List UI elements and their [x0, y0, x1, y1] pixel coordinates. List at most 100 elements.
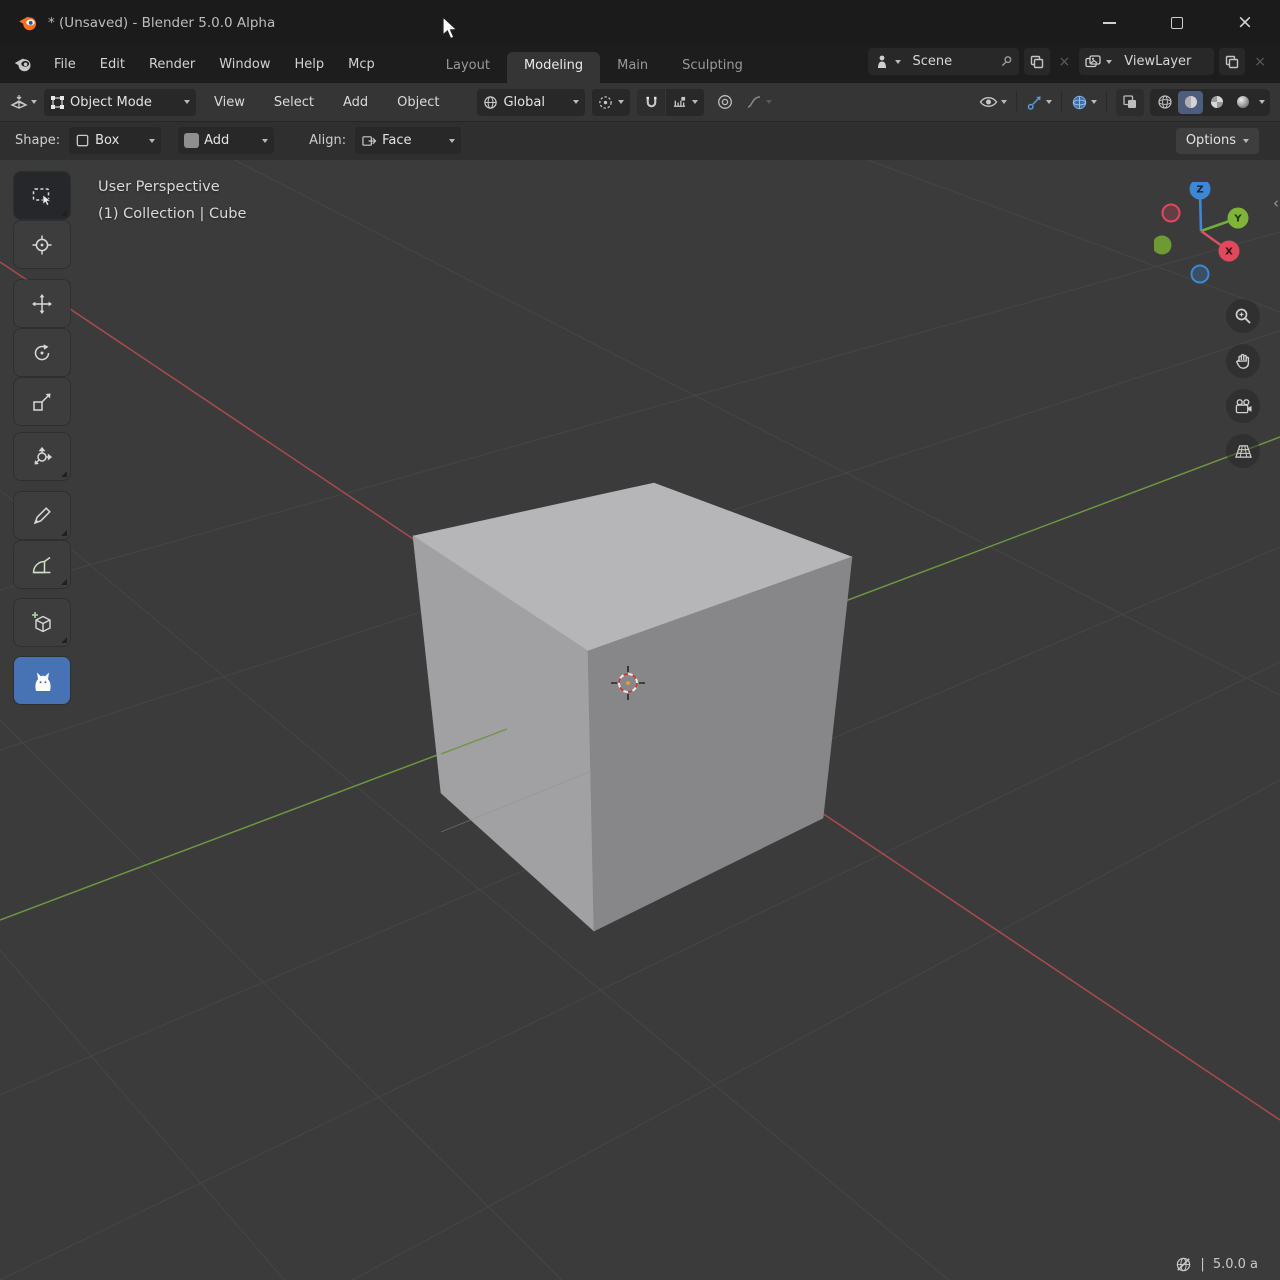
gizmo-y-label: Y: [1233, 214, 1242, 225]
menu-mcp[interactable]: Mcp: [336, 45, 387, 83]
wireframe-shading-icon: [1157, 95, 1172, 109]
menu-render[interactable]: Render: [137, 45, 207, 83]
viewport-canvas[interactable]: [0, 160, 1280, 1280]
object-origin-dot: [626, 681, 630, 685]
navigation-gizmo[interactable]: Z Y X: [1154, 182, 1250, 284]
gizmo-x-label: X: [1225, 247, 1233, 258]
rotate-icon: [34, 343, 50, 360]
menu-object[interactable]: Object: [386, 95, 450, 110]
snapping-controls: [637, 88, 705, 116]
add-mode-swatch-icon: [184, 133, 200, 148]
tool-rotate[interactable]: [14, 329, 70, 376]
tab-modeling[interactable]: Modeling: [506, 52, 601, 83]
chevron-down-icon: [573, 100, 580, 104]
proportional-editing-icon: [718, 95, 733, 109]
tool-annotate[interactable]: [14, 492, 70, 539]
blender-menu-icon[interactable]: [14, 57, 32, 72]
tab-layout[interactable]: Layout: [429, 52, 507, 83]
gizmo-neg-y-ball[interactable]: [1154, 235, 1172, 255]
tool-move[interactable]: [14, 280, 70, 327]
tool-add-cube[interactable]: [14, 599, 70, 646]
tool-scale[interactable]: [14, 378, 70, 425]
proportional-falloff-dropdown[interactable]: [746, 95, 773, 109]
tool-measure[interactable]: [14, 541, 70, 588]
overlays-dropdown[interactable]: [1071, 94, 1097, 111]
pin-icon[interactable]: [1000, 55, 1013, 68]
cat-icon: [35, 672, 51, 691]
tool-cursor[interactable]: [14, 221, 70, 268]
tool-transform[interactable]: [14, 433, 70, 480]
align-dropdown[interactable]: Face: [355, 127, 462, 154]
transform-orientation-dropdown[interactable]: Global: [477, 88, 586, 116]
xray-toggle-button[interactable]: [1116, 88, 1144, 116]
chevron-down-icon: [262, 138, 269, 143]
menu-select[interactable]: Select: [263, 95, 325, 110]
title-bar: * (Unsaved) - Blender 5.0.0 Alpha ×: [0, 0, 1280, 45]
mode-add-dropdown[interactable]: Add: [178, 127, 275, 154]
menu-view[interactable]: View: [203, 95, 256, 110]
snap-toggle-button[interactable]: [637, 88, 666, 116]
snap-settings-dropdown[interactable]: [666, 88, 705, 116]
chevron-down-icon: [1091, 100, 1097, 104]
ortho-perspective-button[interactable]: [1226, 434, 1260, 468]
gizmo-icon: [1027, 95, 1041, 110]
tab-sculpting[interactable]: Sculpting: [665, 52, 760, 83]
scene-browse-dropdown[interactable]: [867, 48, 907, 75]
move-icon: [32, 293, 52, 314]
separator: [1106, 91, 1107, 113]
chevron-down-icon: [692, 100, 699, 104]
pan-button[interactable]: [1226, 344, 1260, 378]
viewport-display-controls: [979, 88, 1270, 116]
network-offline-icon: [1177, 1257, 1191, 1272]
close-button[interactable]: ×: [1222, 0, 1268, 45]
gizmo-neg-z-ball[interactable]: [1190, 264, 1210, 284]
shading-solid-button[interactable]: [1178, 90, 1203, 114]
select-box-icon: [32, 187, 52, 206]
tab-main[interactable]: Main: [600, 52, 665, 83]
tool-select-box[interactable]: [14, 172, 70, 219]
duplicate-icon: [1226, 55, 1239, 68]
zoom-button[interactable]: [1226, 299, 1260, 333]
viewport-3d[interactable]: User Perspective (1) Collection | Cube Z…: [0, 160, 1280, 1280]
sidebar-collapse-arrow[interactable]: ‹: [1273, 194, 1279, 212]
gizmos-dropdown[interactable]: [1026, 94, 1052, 111]
chevron-down-icon: [149, 138, 156, 143]
blender-logo-icon: [18, 15, 38, 31]
shading-rendered-button[interactable]: [1230, 91, 1255, 114]
align-value: Face: [382, 133, 412, 148]
visibility-dropdown[interactable]: [979, 95, 1007, 109]
new-scene-button[interactable]: [1023, 48, 1050, 75]
annotate-pen-icon: [33, 506, 51, 524]
menu-help[interactable]: Help: [283, 45, 337, 83]
maximize-button[interactable]: [1154, 0, 1200, 45]
shading-wireframe-button[interactable]: [1152, 91, 1177, 114]
mode-dropdown[interactable]: Object Mode: [44, 88, 196, 116]
editor-type-icon: [10, 95, 28, 109]
shading-material-button[interactable]: [1204, 91, 1229, 114]
shape-dropdown[interactable]: Box: [69, 127, 162, 154]
minimize-button[interactable]: [1086, 0, 1132, 45]
menu-edit[interactable]: Edit: [88, 45, 137, 83]
menu-file[interactable]: File: [42, 45, 88, 83]
separator: [1061, 91, 1062, 113]
menu-window[interactable]: Window: [207, 45, 282, 83]
editor-type-selector[interactable]: [10, 93, 37, 111]
options-dropdown[interactable]: Options: [1175, 127, 1259, 154]
viewlayer-name: ViewLayer: [1124, 54, 1192, 69]
orientation-label: Global: [503, 94, 545, 110]
gizmo-neg-x-ball[interactable]: [1161, 203, 1181, 223]
eye-icon: [979, 97, 998, 107]
menu-add[interactable]: Add: [332, 95, 379, 110]
scene-name-field[interactable]: Scene: [906, 48, 1019, 75]
viewlayer-name-field[interactable]: ViewLayer: [1118, 48, 1215, 75]
status-separator: |: [1200, 1257, 1205, 1272]
proportional-editing-button[interactable]: [711, 89, 739, 116]
hand-icon: [1236, 353, 1250, 369]
global-orientation-icon: [484, 95, 498, 109]
new-viewlayer-button[interactable]: [1219, 48, 1246, 75]
tool-settings-bar: Shape: Box Add Align: Face Options: [0, 121, 1280, 160]
viewlayer-browse-dropdown[interactable]: [1079, 48, 1119, 75]
pivot-point-dropdown[interactable]: [592, 88, 631, 116]
tool-blender-mcp-cat[interactable]: [14, 657, 70, 704]
camera-view-button[interactable]: [1226, 389, 1260, 423]
